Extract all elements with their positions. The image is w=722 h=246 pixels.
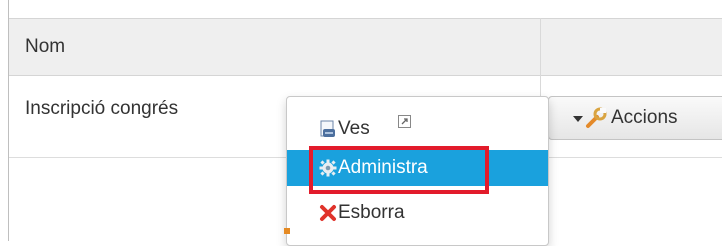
actions-button[interactable]: Accions <box>548 96 722 140</box>
document-icon <box>320 120 335 137</box>
menu-item-esborra[interactable]: Esborra <box>287 195 548 231</box>
gear-icon <box>319 159 337 177</box>
actions-dropdown-menu: Ves Administra Esborra <box>286 96 549 246</box>
menu-item-label: Esborra <box>338 202 405 223</box>
caret-down-icon <box>573 116 583 122</box>
table-row-name[interactable]: Inscripció congrés <box>25 98 178 120</box>
delete-x-icon <box>320 205 336 221</box>
external-link-icon[interactable] <box>398 115 411 128</box>
menu-item-label: Administra <box>338 157 428 178</box>
column-header-nom[interactable]: Nom <box>25 36 65 58</box>
menu-item-administra[interactable]: Administra <box>287 150 548 186</box>
actions-button-label: Accions <box>611 107 678 128</box>
wrench-icon <box>586 107 607 128</box>
orange-mark <box>284 228 290 234</box>
table-header <box>9 18 722 76</box>
menu-item-label: Ves <box>338 118 370 139</box>
menu-item-ves[interactable]: Ves <box>287 111 548 147</box>
